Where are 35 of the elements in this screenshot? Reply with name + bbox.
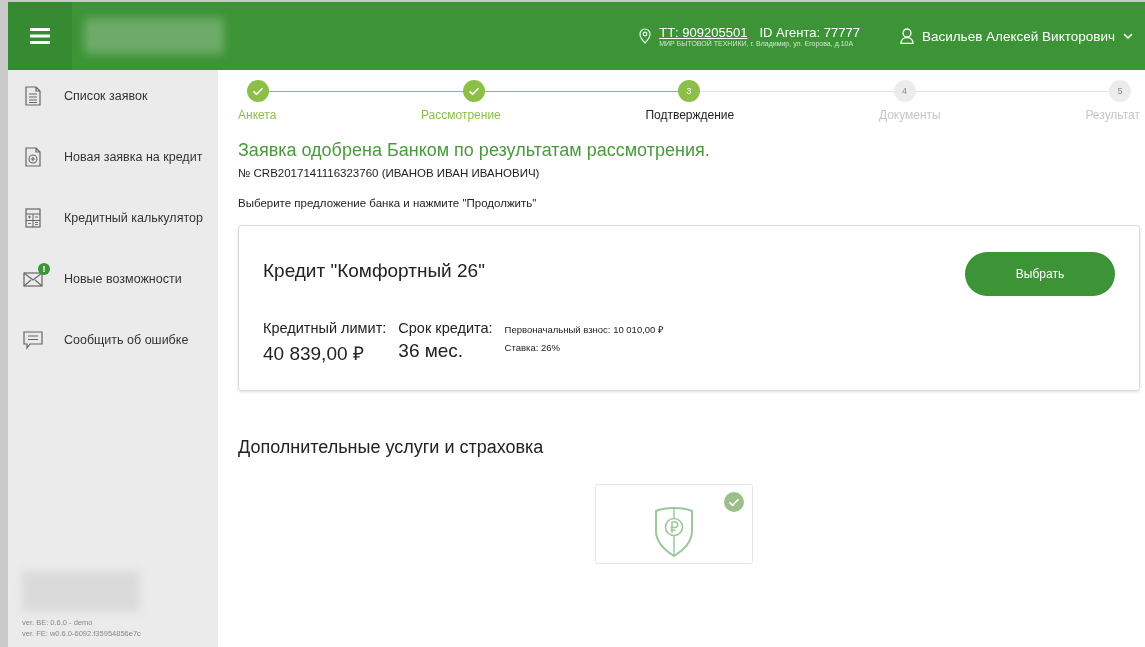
- sidebar-item[interactable]: Кредитный калькулятор: [22, 206, 218, 230]
- envelope-icon: [23, 271, 43, 287]
- document-icon: [25, 86, 41, 106]
- limit-label: Кредитный лимит:: [263, 320, 387, 336]
- term-value: 36 мес.: [398, 340, 465, 362]
- instruction-text: Выберите предложение банка и нажмите "Продолжить": [238, 197, 538, 209]
- caret-icon: [1123, 33, 1133, 39]
- agent-id: ID Агента: 77777: [759, 25, 860, 40]
- step-label[interactable]: Подтверждение: [645, 108, 735, 122]
- chat-icon: [23, 330, 43, 350]
- approval-title: Заявка одобрена Банком по результатам рассмотрения.: [238, 140, 711, 161]
- offer-detail: Первоначальный взнос: 10 010,00 ₽: [504, 323, 665, 336]
- user-menu[interactable]: Васильев Алексей Викторович: [899, 28, 1133, 44]
- term-label: Срок кредита:: [398, 320, 493, 336]
- step-number: 4: [893, 80, 916, 102]
- document-plus-icon: [25, 147, 41, 167]
- step-label[interactable]: Анкета: [238, 108, 277, 122]
- application-number: № CRB2017141116323760 (ИВАНОВ ИВАН ИВАНОВИЧ): [238, 167, 541, 179]
- offer-detail: Ставка: 26%: [504, 342, 561, 353]
- sidebar-item[interactable]: Новая заявка на кредит: [22, 145, 218, 169]
- step-label[interactable]: Рассмотрение: [420, 108, 501, 122]
- location-pin-icon: [639, 28, 652, 44]
- step-number: 5: [1109, 80, 1131, 102]
- menu-icon[interactable]: [30, 28, 50, 44]
- notification-badge: !: [38, 263, 50, 275]
- select-button[interactable]: Выбрать: [965, 252, 1115, 296]
- user-icon: [899, 28, 914, 44]
- step-number: 3: [678, 80, 700, 102]
- offer-title: Кредит "Комфортный 26": [263, 260, 485, 282]
- limit-value: 40 839,00 ₽: [263, 342, 365, 366]
- sidebar-item[interactable]: Сообщить об ошибке: [22, 328, 218, 352]
- sidebar-item[interactable]: Список заявок: [22, 84, 218, 108]
- calculator-icon: [25, 208, 41, 228]
- outlet-link[interactable]: ТТ: 909205501: [659, 25, 748, 40]
- services-title: Дополнительные услуги и страховка: [238, 437, 545, 458]
